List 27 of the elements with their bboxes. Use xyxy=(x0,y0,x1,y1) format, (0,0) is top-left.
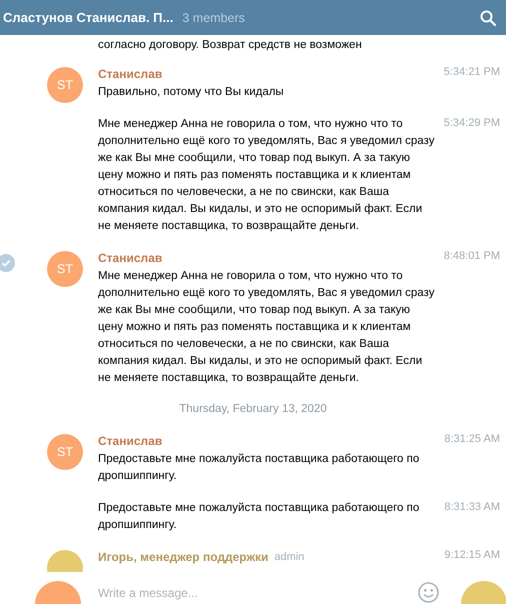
message-time: 5:34:21 PM xyxy=(444,65,500,78)
role-label: admin xyxy=(274,550,304,565)
message-time: 8:31:25 AM xyxy=(444,432,500,445)
message-text: Мне менеджер Анна не говорила о том, что нужно что то дополнительно ещё кого то уведомлять, Вас я уведомил сразу же как Вы мне сообщили, что товар под выкуп. А за такую цену можно и пять раз поменять поставщика и к клиентам относиться по человечески, а не по свински, как Ваша компания кидал. Вы кидалы, и это не оспоримый факт. Если не меняете поставщика, то возвращайте деньги. xyxy=(98,117,436,234)
date-divider: Thursday, February 13, 2020 xyxy=(179,402,327,417)
message-time: 8:48:01 PM xyxy=(444,249,500,262)
message-text: Мне менеджер Анна не говорила о том, что нужно что то дополнительно ещё кого то уведомлять, Вас я уведомил сразу же как Вы мне сообщили, что товар под выкуп. А за такую цену можно и пять раз поменять поставщика и к клиентам относиться по человечески, а не по свински, как Ваша компания кидал. Вы кидалы, и это не оспоримый факт. Если не меняете поставщика, то возвращайте деньги. xyxy=(98,269,436,386)
selected-check-icon[interactable] xyxy=(0,254,15,272)
search-icon[interactable] xyxy=(480,10,496,26)
message-text: Предоставьте мне пожалуйста поставщика работающего по дропшиппингу. xyxy=(98,501,420,533)
message-input[interactable]: Write a message... xyxy=(98,586,398,600)
emoji-icon[interactable] xyxy=(418,582,439,603)
sender-name[interactable]: Станислав xyxy=(98,432,162,451)
avatar[interactable]: ST xyxy=(47,434,83,470)
message-time: 5:34:29 PM xyxy=(444,116,500,129)
message-text: согласно договору. Возврат средств не возможен xyxy=(98,38,363,53)
avatar[interactable]: ST xyxy=(47,67,83,103)
message-text: Предоставьте мне пожалуйста поставщика работающего по дропшиппингу. xyxy=(98,452,420,484)
message-time: 8:31:33 AM xyxy=(444,500,500,513)
sender-name[interactable]: Игорь, менеджер поддержки xyxy=(98,548,268,567)
message-time: 9:12:15 AM xyxy=(444,548,500,561)
chat-title: Сластунов Станислав. П... xyxy=(3,10,174,25)
member-count: 3 members xyxy=(182,10,245,24)
sender-name[interactable]: Станислав xyxy=(98,249,162,268)
sender-name[interactable]: Станислав xyxy=(98,65,162,84)
message-text: Правильно, потому что Вы кидалы xyxy=(98,85,285,100)
avatar[interactable]: ST xyxy=(47,251,83,287)
